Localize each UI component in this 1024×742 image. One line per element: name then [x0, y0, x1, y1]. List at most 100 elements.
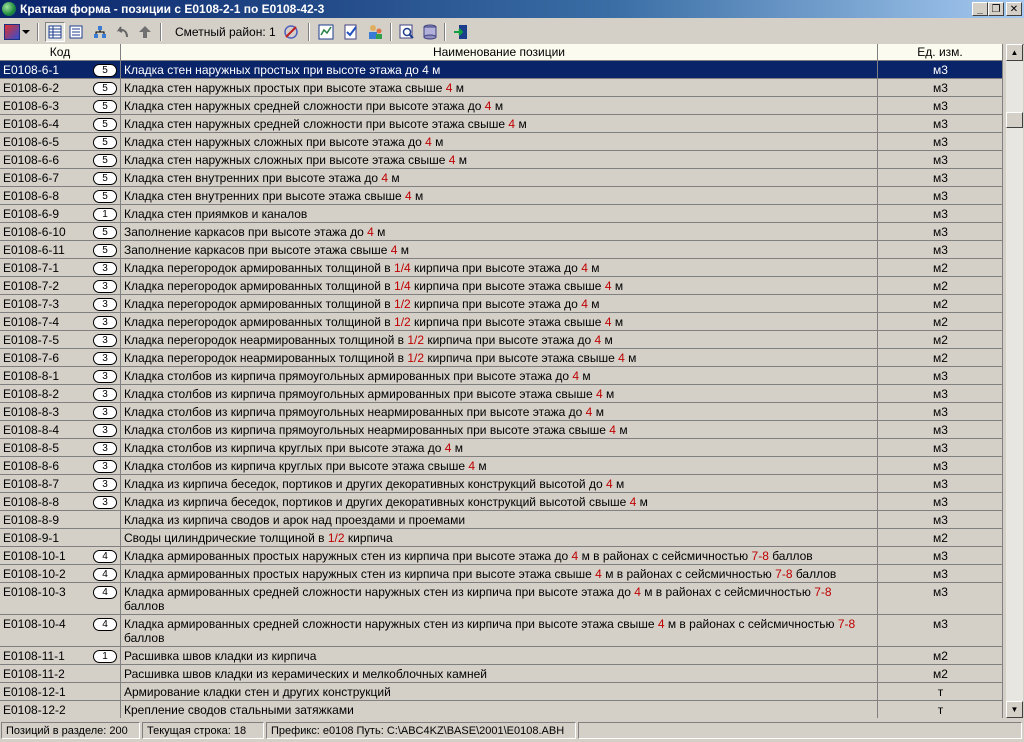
row-code-cell[interactable]: Е0108-7-6 3 [0, 349, 121, 367]
row-unit[interactable]: м2 [878, 665, 1003, 683]
row-name-cell[interactable]: Кладка из кирпича сводов и арок над прое… [121, 511, 878, 529]
row-name-cell[interactable]: Кладка армированных средней сложности на… [121, 583, 878, 615]
row-name-cell[interactable]: Кладка стен наружных сложных при высоте … [121, 151, 878, 169]
row-code-cell[interactable]: Е0108-8-8 3 [0, 493, 121, 511]
row-name-cell[interactable]: Кладка столбов из кирпича прямоугольных … [121, 403, 878, 421]
table-row[interactable]: Е0108-7-3 3 Кладка перегородок армированны… [0, 295, 1003, 313]
column-header-unit[interactable]: Ед. изм. [878, 44, 1003, 61]
database-icon[interactable] [420, 22, 440, 42]
table-row[interactable]: Е0108-7-4 3 Кладка перегородок армированны… [0, 313, 1003, 331]
row-name-cell[interactable]: Кладка стен наружных средней сложности п… [121, 97, 878, 115]
scroll-thumb[interactable] [1006, 112, 1023, 128]
row-name-cell[interactable]: Кладка из кирпича беседок, портиков и др… [121, 475, 878, 493]
table-row[interactable]: Е0108-6-5 5 Кладка стен наружных сложных п… [0, 133, 1003, 151]
row-unit[interactable]: м2 [878, 647, 1003, 665]
app-globe-icon[interactable] [2, 2, 16, 16]
row-code-cell[interactable]: Е0108-6-11 5 [0, 241, 121, 259]
table-row[interactable]: Е0108-11-1 1 Расшивка швов кладки из кирпи… [0, 647, 1003, 665]
row-name-cell[interactable]: Кладка стен приямков и каналов [121, 205, 878, 223]
row-code-cell[interactable]: Е0108-6-3 5 [0, 97, 121, 115]
exit-door-icon[interactable] [451, 22, 471, 42]
row-unit[interactable]: м3 [878, 403, 1003, 421]
row-code-cell[interactable]: Е0108-10-2 4 [0, 565, 121, 583]
row-unit[interactable]: м3 [878, 511, 1003, 529]
table-row[interactable]: Е0108-12-1 Армирование кладки стен и друг… [0, 683, 1003, 701]
table-row[interactable]: Е0108-7-1 3 Кладка перегородок армированны… [0, 259, 1003, 277]
table-row[interactable]: Е0108-7-2 3 Кладка перегородок армированны… [0, 277, 1003, 295]
row-name-cell[interactable]: Кладка перегородок армированных толщиной… [121, 277, 878, 295]
row-code-cell[interactable]: Е0108-12-2 [0, 701, 121, 718]
row-name-cell[interactable]: Кладка перегородок армированных толщиной… [121, 259, 878, 277]
row-code-cell[interactable]: Е0108-8-6 3 [0, 457, 121, 475]
tree-view-icon[interactable] [90, 22, 110, 42]
row-code-cell[interactable]: Е0108-7-3 3 [0, 295, 121, 313]
column-header-name[interactable]: Наименование позиции [121, 44, 878, 61]
table-row[interactable]: Е0108-10-1 4 Кладка армированных простых н… [0, 547, 1003, 565]
row-unit[interactable]: м3 [878, 493, 1003, 511]
table-row[interactable]: Е0108-8-1 3 Кладка столбов из кирпича прям… [0, 367, 1003, 385]
row-unit[interactable]: м3 [878, 583, 1003, 615]
row-code-cell[interactable]: Е0108-6-6 5 [0, 151, 121, 169]
table-row[interactable]: Е0108-10-3 4 Кладка армированных средней с… [0, 583, 1003, 615]
table-row[interactable]: Е0108-8-2 3 Кладка столбов из кирпича прям… [0, 385, 1003, 403]
row-unit[interactable]: м3 [878, 615, 1003, 647]
row-code-cell[interactable]: Е0108-8-2 3 [0, 385, 121, 403]
row-unit[interactable]: м3 [878, 205, 1003, 223]
row-name-cell[interactable]: Кладка стен наружных сложных при высоте … [121, 133, 878, 151]
row-code-cell[interactable]: Е0108-8-5 3 [0, 439, 121, 457]
row-unit[interactable]: м3 [878, 115, 1003, 133]
row-unit[interactable]: м3 [878, 133, 1003, 151]
row-code-cell[interactable]: Е0108-7-2 3 [0, 277, 121, 295]
table-row[interactable]: Е0108-6-9 1 Кладка стен приямков и каналов… [0, 205, 1003, 223]
table-row[interactable]: Е0108-8-7 3 Кладка из кирпича беседок, пор… [0, 475, 1003, 493]
row-code-cell[interactable]: Е0108-11-2 [0, 665, 121, 683]
table-row[interactable]: Е0108-10-2 4 Кладка армированных простых н… [0, 565, 1003, 583]
row-unit[interactable]: м3 [878, 151, 1003, 169]
table-row[interactable]: Е0108-6-3 5 Кладка стен наружных средней с… [0, 97, 1003, 115]
row-code-cell[interactable]: Е0108-6-7 5 [0, 169, 121, 187]
row-unit[interactable]: м2 [878, 349, 1003, 367]
pen-edit-icon[interactable] [281, 22, 301, 42]
row-unit[interactable]: м3 [878, 475, 1003, 493]
row-name-cell[interactable]: Своды цилиндрические толщиной в 1/2 кирп… [121, 529, 878, 547]
row-name-cell[interactable]: Расшивка швов кладки из керамических и м… [121, 665, 878, 683]
row-name-cell[interactable]: Заполнение каркасов при высоте этажа свы… [121, 241, 878, 259]
table-row[interactable]: Е0108-6-2 5 Кладка стен наружных простых п… [0, 79, 1003, 97]
row-code-cell[interactable]: Е0108-6-4 5 [0, 115, 121, 133]
app-logo-icon[interactable] [2, 22, 22, 42]
row-code-cell[interactable]: Е0108-7-4 3 [0, 313, 121, 331]
row-name-cell[interactable]: Кладка стен наружных простых при высоте … [121, 79, 878, 97]
row-code-cell[interactable]: Е0108-6-10 5 [0, 223, 121, 241]
table-row[interactable]: Е0108-8-4 3 Кладка столбов из кирпича прям… [0, 421, 1003, 439]
row-unit[interactable]: м3 [878, 97, 1003, 115]
row-unit[interactable]: м3 [878, 223, 1003, 241]
up-arrow-icon[interactable] [135, 22, 155, 42]
row-unit[interactable]: м2 [878, 295, 1003, 313]
row-name-cell[interactable]: Кладка армированных средней сложности на… [121, 615, 878, 647]
minimize-button[interactable]: _ [972, 2, 988, 16]
row-code-cell[interactable]: Е0108-10-4 4 [0, 615, 121, 647]
table-row[interactable]: Е0108-6-1 5 Кладка стен наружных простых п… [0, 61, 1003, 79]
close-button[interactable]: ✕ [1006, 2, 1022, 16]
row-name-cell[interactable]: Кладка столбов из кирпича круглых при вы… [121, 439, 878, 457]
row-name-cell[interactable]: Кладка столбов из кирпича круглых при вы… [121, 457, 878, 475]
view-table-icon[interactable] [45, 22, 65, 42]
table-row[interactable]: Е0108-6-7 5 Кладка стен внутренних при выс… [0, 169, 1003, 187]
row-name-cell[interactable]: Армирование кладки стен и других констру… [121, 683, 878, 701]
row-unit[interactable]: м3 [878, 565, 1003, 583]
row-name-cell[interactable]: Кладка столбов из кирпича прямоугольных … [121, 367, 878, 385]
vertical-scrollbar[interactable]: ▲ ▼ [1006, 44, 1023, 718]
row-unit[interactable]: м3 [878, 169, 1003, 187]
table-row[interactable]: Е0108-6-4 5 Кладка стен наружных средней с… [0, 115, 1003, 133]
row-unit[interactable]: м3 [878, 241, 1003, 259]
table-row[interactable]: Е0108-7-6 3 Кладка перегородок неармирован… [0, 349, 1003, 367]
row-unit[interactable]: м2 [878, 331, 1003, 349]
row-unit[interactable]: м3 [878, 385, 1003, 403]
row-name-cell[interactable]: Кладка из кирпича беседок, портиков и др… [121, 493, 878, 511]
row-code-cell[interactable]: Е0108-6-1 5 [0, 61, 121, 79]
table-row[interactable]: Е0108-8-9 Кладка из кирпича сводов и арок… [0, 511, 1003, 529]
scroll-up-arrow-icon[interactable]: ▲ [1006, 44, 1023, 61]
row-code-cell[interactable]: Е0108-6-2 5 [0, 79, 121, 97]
row-unit[interactable]: м3 [878, 187, 1003, 205]
row-unit[interactable]: т [878, 683, 1003, 701]
